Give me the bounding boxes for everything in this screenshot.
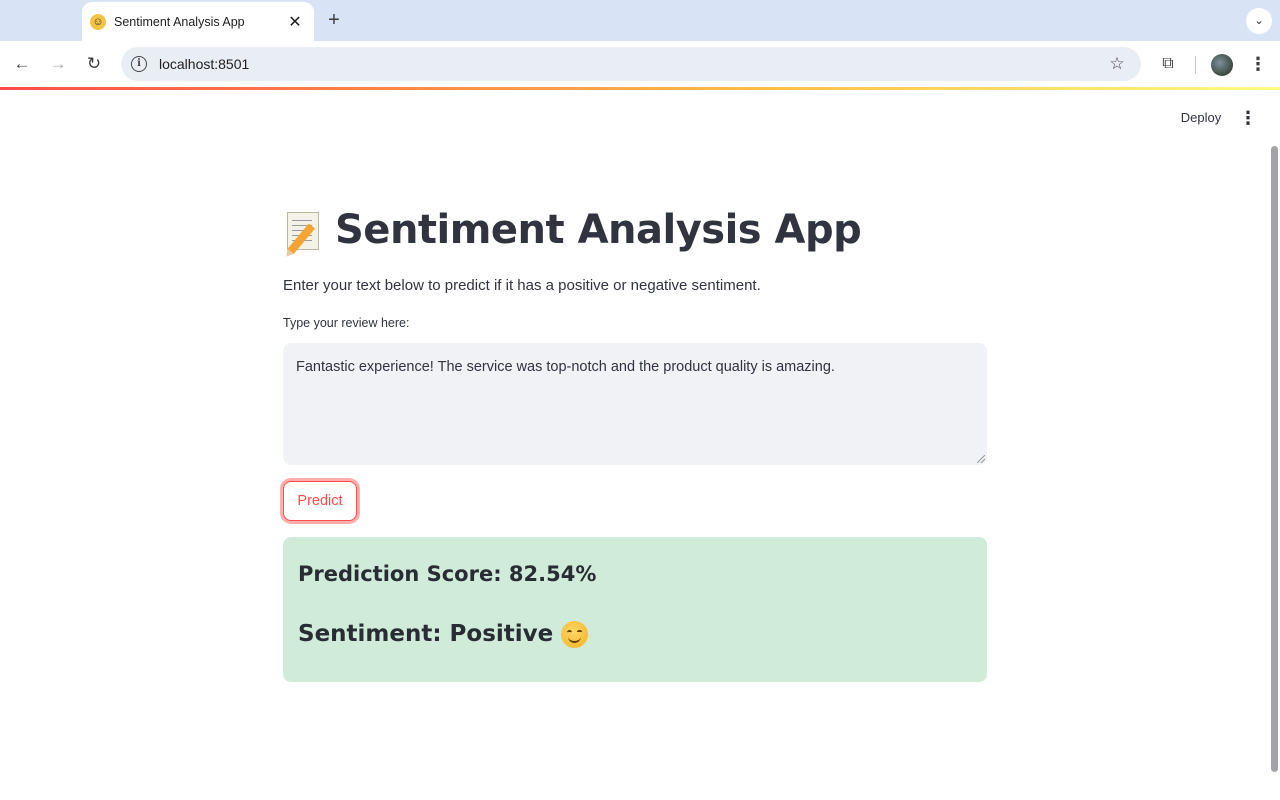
smiling-face-icon (561, 620, 589, 648)
main-content: Sentiment Analysis App Enter your text b… (283, 196, 987, 682)
forward-arrow-icon[interactable]: → (45, 51, 71, 77)
app-main-menu-kebab-icon[interactable]: ⋮ (1238, 106, 1258, 130)
review-input-label: Type your review here: (283, 316, 410, 330)
tab-search-button[interactable]: ⌄ (1246, 8, 1272, 34)
predict-button[interactable]: Predict (283, 481, 357, 521)
profile-avatar[interactable] (1211, 54, 1233, 76)
page-title-text: Sentiment Analysis App (335, 207, 862, 253)
prediction-result-box: Prediction Score: 82.54% Sentiment: Posi… (283, 537, 987, 682)
back-arrow-icon[interactable]: ← (9, 51, 35, 77)
prediction-score-text: Prediction Score: 82.54% (298, 562, 597, 586)
new-tab-button[interactable]: + (322, 9, 346, 33)
toolbar-divider (1195, 56, 1196, 74)
favicon-smile-icon: ☺ (90, 13, 106, 30)
tab-title: Sentiment Analysis App (114, 14, 245, 29)
instructions-text: Enter your text below to predict if it h… (283, 277, 761, 294)
review-textarea-value[interactable]: Fantastic experience! The service was to… (296, 359, 835, 375)
page-scrollbar[interactable] (1271, 146, 1278, 772)
reload-icon[interactable]: ↻ (81, 51, 107, 77)
page-title: Sentiment Analysis App (283, 196, 987, 264)
browser-toolbar: ← → ↻ i localhost:8501 ☆ ⧉ ⋮ (0, 41, 1280, 87)
address-bar[interactable]: i localhost:8501 ☆ (121, 47, 1141, 81)
sentiment-result: Sentiment: Positive (298, 617, 972, 651)
extensions-puzzle-icon[interactable]: ⧉ (1157, 53, 1179, 75)
url-text[interactable]: localhost:8501 (159, 56, 1107, 72)
memo-icon (283, 208, 325, 255)
browser-menu-kebab-icon[interactable]: ⋮ (1248, 53, 1268, 75)
app-header: Deploy ⋮ (0, 90, 1280, 146)
site-info-icon[interactable]: i (131, 56, 147, 72)
tab-close-icon[interactable]: ✕ (286, 12, 304, 32)
deploy-button[interactable]: Deploy (1170, 106, 1232, 130)
bookmark-star-icon[interactable]: ☆ (1107, 54, 1127, 74)
sentiment-text: Sentiment: Positive (298, 621, 554, 647)
review-textarea[interactable]: Fantastic experience! The service was to… (283, 343, 987, 465)
textarea-resize-handle[interactable] (977, 455, 985, 463)
browser-tab-strip: ☺ Sentiment Analysis App ✕ + ⌄ (0, 0, 1280, 41)
browser-tab[interactable]: ☺ Sentiment Analysis App ✕ (82, 2, 314, 41)
